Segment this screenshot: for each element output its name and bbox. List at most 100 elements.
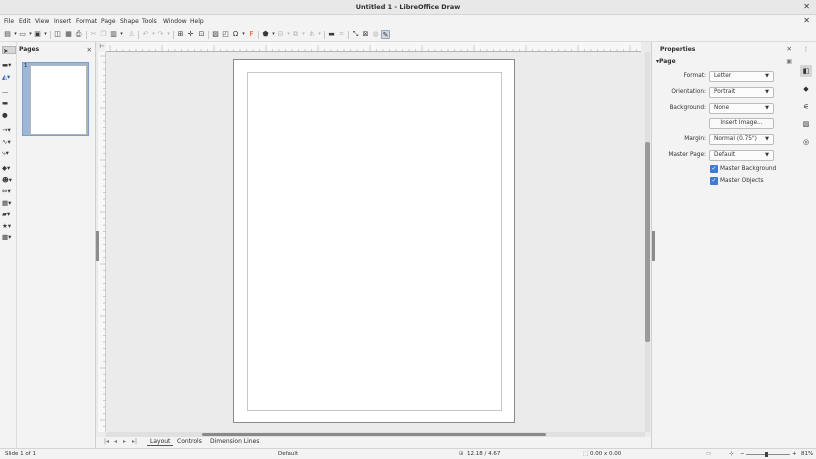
ellipse-tool-icon[interactable]: ● (2, 111, 16, 119)
print-preview-icon[interactable]: ▦ (64, 30, 73, 39)
cut-icon[interactable]: ✂ (89, 30, 98, 39)
left-pane-splitter[interactable] (96, 231, 99, 261)
clone-formatting-icon[interactable]: ♙ (127, 30, 136, 39)
line-tool-icon[interactable]: — (2, 88, 16, 96)
sidebar-close-icon[interactable]: ✕ (787, 45, 792, 53)
status-bar: Slide 1 of 1 Default ⊞ 12.18 / 4.67 ⬚ 0.… (0, 448, 816, 459)
ruler-corner[interactable]: ⊢ (98, 42, 106, 52)
format-dropdown[interactable]: Letter ▼ (709, 71, 774, 82)
window-close-button[interactable]: ✕ (803, 2, 810, 11)
properties-deck-icon[interactable]: ◧ (800, 65, 812, 77)
sidebar-splitter[interactable] (652, 231, 655, 261)
tab-layout[interactable]: Layout (147, 438, 174, 446)
vertical-ruler-ticks (100, 55, 106, 427)
page-thumbnail[interactable] (30, 65, 87, 135)
next-tab-button[interactable]: ▸ (123, 438, 126, 445)
menu-format[interactable]: Format (76, 18, 97, 25)
fontwork-icon[interactable]: F (247, 30, 256, 39)
helplines-icon[interactable]: ✛ (186, 30, 195, 39)
basic-shapes-icon[interactable]: ◆▾ (2, 164, 16, 172)
tab-controls[interactable]: Controls (174, 438, 205, 445)
menu-view[interactable]: View (35, 18, 49, 25)
extrusion-icon[interactable]: ◍ (371, 30, 380, 39)
background-dropdown[interactable]: None ▼ (709, 103, 774, 114)
prev-tab-button[interactable]: ◂ (114, 438, 117, 445)
chevron-down-icon: ▼ (765, 73, 769, 79)
connectors-icon[interactable]: ⤷▾ (2, 149, 16, 157)
menu-window[interactable]: Window (163, 18, 187, 25)
gallery-deck-icon[interactable]: ⚟ (800, 101, 812, 113)
distribute-dropdown-icon[interactable]: ▾ (315, 30, 324, 39)
zoom-level[interactable]: 81% (801, 451, 813, 457)
paste-dropdown-icon[interactable]: ▾ (117, 30, 126, 39)
save-dropdown-icon[interactable]: ▾ (41, 30, 50, 39)
crop-icon[interactable]: ⌗ (337, 30, 346, 39)
toggle-points-icon[interactable]: ⤡ (351, 30, 360, 39)
tab-dimension-lines[interactable]: Dimension Lines (207, 438, 262, 445)
horizontal-scrollbar-thumb[interactable] (202, 433, 546, 436)
3d-objects-icon[interactable]: ▩▾ (2, 233, 16, 241)
zoom-in-button[interactable]: + (792, 451, 797, 457)
master-background-checkbox[interactable]: ✓ (710, 165, 718, 173)
grid-icon[interactable]: ⊞ (176, 30, 185, 39)
menu-page[interactable]: Page (101, 18, 116, 25)
menu-edit[interactable]: Edit (19, 18, 31, 25)
fill-color-icon[interactable]: ◭▾ (2, 73, 16, 81)
styles-deck-icon[interactable]: ◆ (800, 83, 812, 95)
fit-slide-icon[interactable]: ⊹ (729, 451, 734, 457)
sidebar-menu-icon[interactable]: ⋮ (800, 44, 812, 56)
margin-dropdown[interactable]: Normal (0.75") ▼ (709, 134, 774, 145)
redo-dropdown-icon[interactable]: ▾ (164, 30, 173, 39)
callouts-icon[interactable]: ▰▾ (2, 210, 16, 218)
copy-icon[interactable]: ❐ (99, 30, 108, 39)
menu-insert[interactable]: Insert (54, 18, 71, 25)
curves-icon[interactable]: ∿▾ (2, 138, 16, 146)
snap-icon[interactable]: ⊡ (197, 30, 206, 39)
last-tab-button[interactable]: ▸| (132, 438, 137, 445)
page-more-options-icon[interactable]: ▣ (786, 58, 792, 65)
format-label: Format: (683, 73, 706, 79)
flowchart-icon[interactable]: ▦▾ (2, 199, 16, 207)
menu-file[interactable]: File (4, 18, 14, 25)
first-tab-button[interactable]: |◂ (104, 438, 109, 445)
master-page-dropdown[interactable]: Default ▼ (709, 150, 774, 161)
shadow-icon[interactable]: ▬ (327, 30, 336, 39)
menu-tools[interactable]: Tools (142, 18, 157, 25)
menu-shape[interactable]: Shape (120, 18, 139, 25)
select-tool-icon[interactable]: ➤ (2, 46, 16, 55)
zoom-slider[interactable] (746, 454, 790, 455)
line-color-icon[interactable]: ▬▾ (2, 61, 16, 69)
properties-sidebar: Properties ✕ ▾Page ▣ Format: Letter ▼ Ori… (651, 42, 796, 448)
insert-image-button[interactable]: Insert Image... (709, 118, 774, 129)
glue-points-icon[interactable]: ⊠ (361, 30, 370, 39)
image-icon[interactable]: ▨ (211, 30, 220, 39)
rectangle-tool-icon[interactable]: ▬ (2, 99, 16, 107)
master-objects-checkbox[interactable]: ✓ (710, 177, 718, 185)
draw-functions-icon[interactable]: ✎ (381, 30, 390, 39)
orientation-dropdown[interactable]: Portrait ▼ (709, 87, 774, 98)
zoom-out-button[interactable]: − (740, 451, 745, 457)
block-arrows-icon[interactable]: ⇔▾ (2, 187, 16, 195)
document-close-button[interactable]: ✕ (803, 16, 810, 25)
shapes-deck-icon[interactable]: ◎ (800, 136, 812, 148)
vertical-ruler[interactable] (98, 52, 106, 432)
menu-help[interactable]: Help (190, 18, 204, 25)
chevron-down-icon: ▼ (765, 89, 769, 95)
navigator-deck-icon[interactable]: ▨ (800, 118, 812, 130)
pages-pane: Pages ✕ 1 (17, 42, 96, 448)
print-icon[interactable]: ⎙ (74, 30, 83, 39)
zoom-slider-knob[interactable] (765, 452, 768, 457)
page-section-header[interactable]: ▾Page (656, 58, 676, 65)
export-pdf-icon[interactable]: ◫ (53, 30, 62, 39)
lines-arrows-icon[interactable]: →▾ (2, 126, 16, 134)
vertical-scrollbar-thumb[interactable] (645, 142, 650, 342)
vertical-scrollbar[interactable] (645, 52, 650, 432)
drawing-page[interactable] (233, 59, 515, 423)
horizontal-ruler[interactable] (106, 42, 641, 52)
background-label: Background: (669, 105, 706, 111)
textbox-icon[interactable]: ◰ (221, 30, 230, 39)
pages-pane-close-icon[interactable]: ✕ (87, 46, 92, 54)
master-slide-name[interactable]: Default (278, 451, 298, 457)
symbol-shapes-icon[interactable]: ☻▾ (2, 176, 16, 184)
stars-icon[interactable]: ★▾ (2, 222, 16, 230)
